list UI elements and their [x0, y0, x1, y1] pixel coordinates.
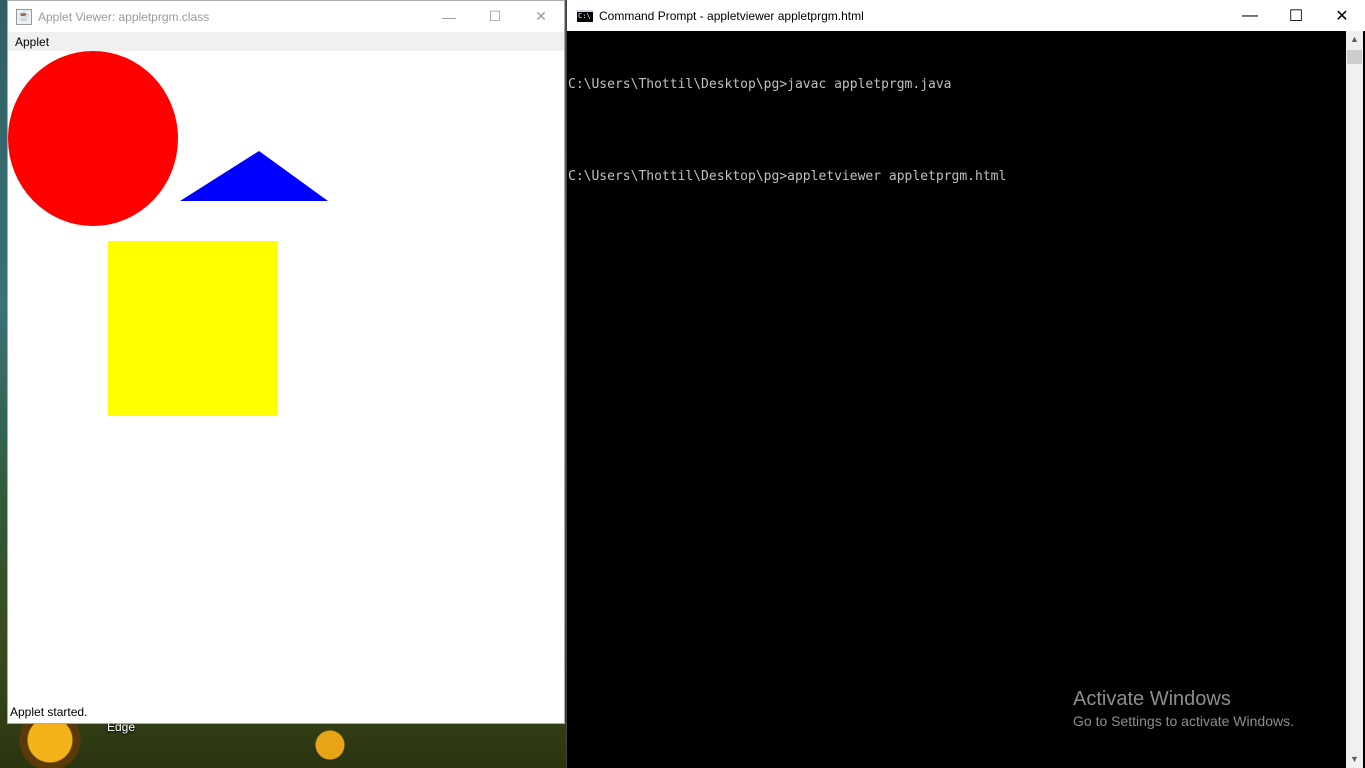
applet-titlebar[interactable]: ☕ Applet Viewer: appletprgm.class — ☐ ✕ [8, 1, 564, 32]
watermark-subtitle: Go to Settings to activate Windows. [1073, 713, 1294, 729]
maximize-button[interactable]: ☐ [472, 1, 518, 32]
scroll-thumb[interactable] [1347, 50, 1362, 64]
applet-menubar: Applet [8, 32, 564, 51]
cmd-titlebar[interactable]: C:\ Command Prompt - appletviewer applet… [567, 0, 1365, 31]
applet-canvas [8, 51, 564, 704]
watermark-title: Activate Windows [1073, 688, 1231, 710]
cmd-minimize-button[interactable]: — [1227, 0, 1273, 31]
red-circle [8, 51, 178, 226]
cmd-icon: C:\ [577, 9, 593, 22]
menu-applet[interactable]: Applet [8, 35, 56, 49]
cmd-maximize-button[interactable]: ☐ [1273, 0, 1319, 31]
cmd-close-button[interactable]: ✕ [1319, 0, 1365, 31]
blue-triangle [180, 151, 328, 201]
activate-windows-watermark: Activate Windows Go to Settings to activ… [1073, 688, 1294, 729]
console-line: C:\Users\Thottil\Desktop\pg>javac applet… [568, 77, 952, 92]
applet-status: Applet started. [10, 705, 88, 719]
scroll-up-arrow-icon[interactable]: ▲ [1346, 31, 1363, 48]
console-output[interactable]: C:\Users\Thottil\Desktop\pg>javac applet… [567, 31, 1347, 768]
cmd-scrollbar[interactable]: ▲ ▼ [1346, 31, 1363, 768]
console-line: C:\Users\Thottil\Desktop\pg>appletviewer… [568, 169, 1007, 184]
applet-window-title: Applet Viewer: appletprgm.class [38, 9, 210, 24]
cmd-window-controls: — ☐ ✕ [1227, 0, 1365, 31]
applet-viewer-window: ☕ Applet Viewer: appletprgm.class — ☐ ✕ … [7, 0, 565, 724]
minimize-button[interactable]: — [426, 1, 472, 32]
yellow-square [108, 241, 278, 416]
close-button[interactable]: ✕ [518, 1, 564, 32]
command-prompt-window: C:\ Command Prompt - appletviewer applet… [566, 0, 1365, 768]
java-icon: ☕ [16, 8, 32, 25]
scroll-down-arrow-icon[interactable]: ▼ [1346, 751, 1363, 768]
applet-window-controls: — ☐ ✕ [426, 1, 564, 32]
cmd-window-title: Command Prompt - appletviewer appletprgm… [599, 8, 864, 23]
